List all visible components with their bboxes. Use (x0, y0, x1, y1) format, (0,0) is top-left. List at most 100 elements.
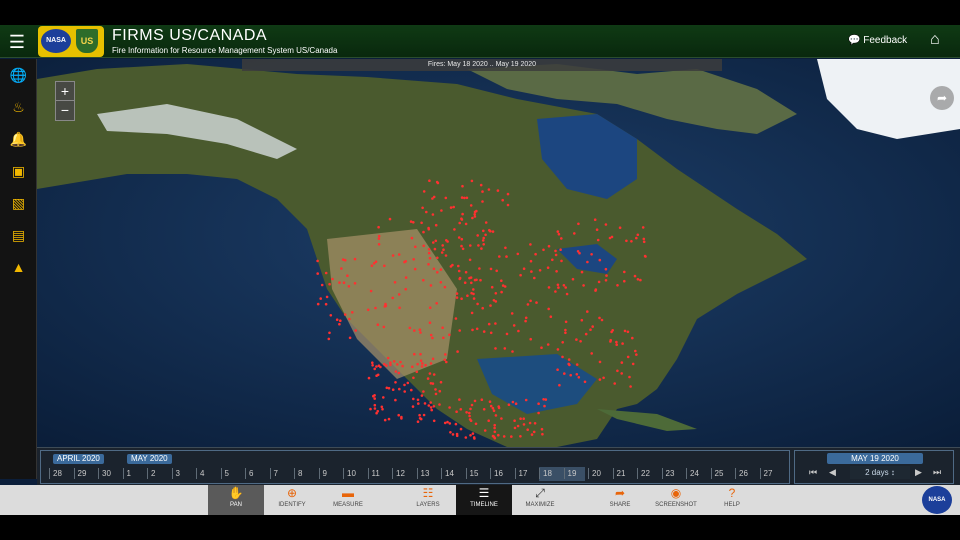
fire-point (458, 276, 462, 280)
fire-point (339, 319, 342, 323)
tool-share[interactable]: ➦ SHARE (592, 485, 648, 515)
timeline-day[interactable]: 28 (53, 469, 62, 478)
timeline-day[interactable]: 17 (519, 469, 528, 478)
tool-layers[interactable]: ☷ LAYERS (400, 485, 456, 515)
step-forward-icon[interactable]: ▶ (915, 467, 922, 478)
timeline-day[interactable]: 12 (396, 469, 405, 478)
fire-point (354, 329, 358, 332)
fire-point (461, 212, 464, 216)
tool-measure[interactable]: ▬ MEASURE (320, 485, 376, 515)
home-icon[interactable]: ⌂ (930, 32, 948, 48)
fire-point (472, 288, 475, 291)
fire-point (434, 239, 438, 243)
timeline-day[interactable]: 2 (151, 469, 155, 478)
fire-point (429, 333, 433, 337)
feedback-link[interactable]: 💬 Feedback (848, 35, 907, 46)
fire-point (459, 408, 463, 411)
map-view[interactable]: Fires: May 18 2020 .. May 19 2020 + − ➦ (37, 59, 960, 447)
zoom-in-button[interactable]: + (56, 82, 74, 101)
bell-icon[interactable]: 🔔 (0, 125, 37, 153)
fire-point (500, 417, 503, 420)
fire-point (451, 433, 455, 436)
tool-maximize[interactable]: ⤢ MAXIMIZE (512, 485, 568, 515)
fire-point (455, 434, 459, 438)
day-tick (49, 468, 50, 479)
zoom-out-button[interactable]: − (56, 101, 74, 120)
nasa-logo: NASA (40, 28, 72, 54)
map-share-icon[interactable]: ➦ (930, 86, 954, 110)
tool-pan[interactable]: ✋ PAN (208, 485, 264, 515)
fire-point (388, 217, 392, 221)
timeline-day[interactable]: 23 (666, 469, 675, 478)
hamburger-menu-icon[interactable]: ☰ (6, 32, 28, 52)
fire-point (522, 417, 525, 421)
fire-point (557, 232, 561, 236)
timeline-day[interactable]: 16 (494, 469, 503, 478)
timeline-day[interactable]: 11 (372, 469, 380, 478)
tool-help[interactable]: ? HELP (704, 485, 760, 515)
fire-point (418, 328, 422, 332)
step-back-icon[interactable]: ◀ (829, 467, 836, 478)
fire-point (580, 270, 584, 274)
fire-point (328, 282, 331, 286)
timeline-day[interactable]: 27 (764, 469, 773, 478)
day-tick (73, 468, 75, 479)
timeline-day[interactable]: 13 (421, 469, 430, 478)
archive-icon[interactable]: ▣ (0, 157, 37, 185)
timeline-day[interactable]: 19 (568, 469, 577, 478)
timeline-day[interactable]: 8 (298, 469, 302, 478)
timeline-day[interactable]: 15 (470, 469, 479, 478)
tool-timeline[interactable]: ☰ TIMELINE (456, 485, 512, 515)
skip-forward-icon[interactable]: ⏭ (933, 467, 941, 478)
fire-point (441, 244, 445, 247)
timeline-day[interactable]: 25 (715, 469, 724, 478)
day-range-select[interactable]: 2 days ↕ (850, 466, 910, 479)
fire-point (616, 284, 619, 287)
fire-point (397, 371, 401, 375)
fire-point (429, 362, 433, 365)
fire-point (591, 325, 594, 328)
timeline-day[interactable]: 21 (617, 469, 626, 478)
fire-icon[interactable]: ♨ (0, 93, 37, 121)
fire-point (431, 357, 435, 361)
book-icon[interactable]: ▤ (0, 221, 37, 249)
timeline-day[interactable]: 26 (739, 469, 748, 478)
fire-point (636, 278, 640, 281)
fire-point (623, 329, 627, 333)
timeline-day[interactable]: 24 (690, 469, 699, 478)
globe-icon[interactable]: 🌐 (0, 61, 37, 89)
monitor-icon[interactable]: ▧ (0, 189, 37, 217)
fire-point (519, 435, 522, 438)
timeline-day[interactable]: 9 (323, 469, 327, 478)
timeline-day[interactable]: 4 (200, 469, 204, 478)
timeline-day[interactable]: 6 (249, 469, 253, 478)
fire-point (351, 311, 354, 314)
timeline-days[interactable]: APRIL 2020 MAY 2020 28 29 30 1 2 3 4 5 6 7 8 9 10 11 1… (40, 450, 790, 484)
fire-point (504, 246, 507, 250)
day-tick (294, 468, 295, 479)
timeline-day[interactable]: 22 (641, 469, 650, 478)
timeline-day[interactable]: 18 (543, 469, 552, 478)
tool-identify[interactable]: ⊕ IDENTIFY (264, 485, 320, 515)
timeline-day[interactable]: 29 (78, 469, 87, 478)
timeline-day[interactable]: 10 (347, 469, 356, 478)
fire-point (461, 247, 465, 251)
tool-screenshot[interactable]: ◉ SCREENSHOT (648, 485, 704, 515)
fire-point (426, 377, 430, 380)
fire-point (596, 238, 600, 242)
timeline-day[interactable]: 1 (127, 469, 131, 478)
timeline-day[interactable]: 5 (225, 469, 229, 478)
day-range-value: 2 days (865, 468, 889, 477)
cube-icon[interactable]: ▲ (0, 253, 37, 281)
fire-point (384, 302, 387, 306)
fire-point (482, 236, 486, 240)
timeline-day[interactable]: 7 (274, 469, 278, 478)
timeline-day[interactable]: 20 (592, 469, 601, 478)
fire-point (463, 281, 467, 284)
fire-point (554, 290, 557, 293)
timeline-day[interactable]: 3 (176, 469, 180, 478)
timeline-day[interactable]: 14 (445, 469, 454, 478)
timeline-day[interactable]: 30 (102, 469, 111, 478)
skip-back-icon[interactable]: ⏮ (809, 467, 817, 478)
fire-point (604, 267, 608, 271)
